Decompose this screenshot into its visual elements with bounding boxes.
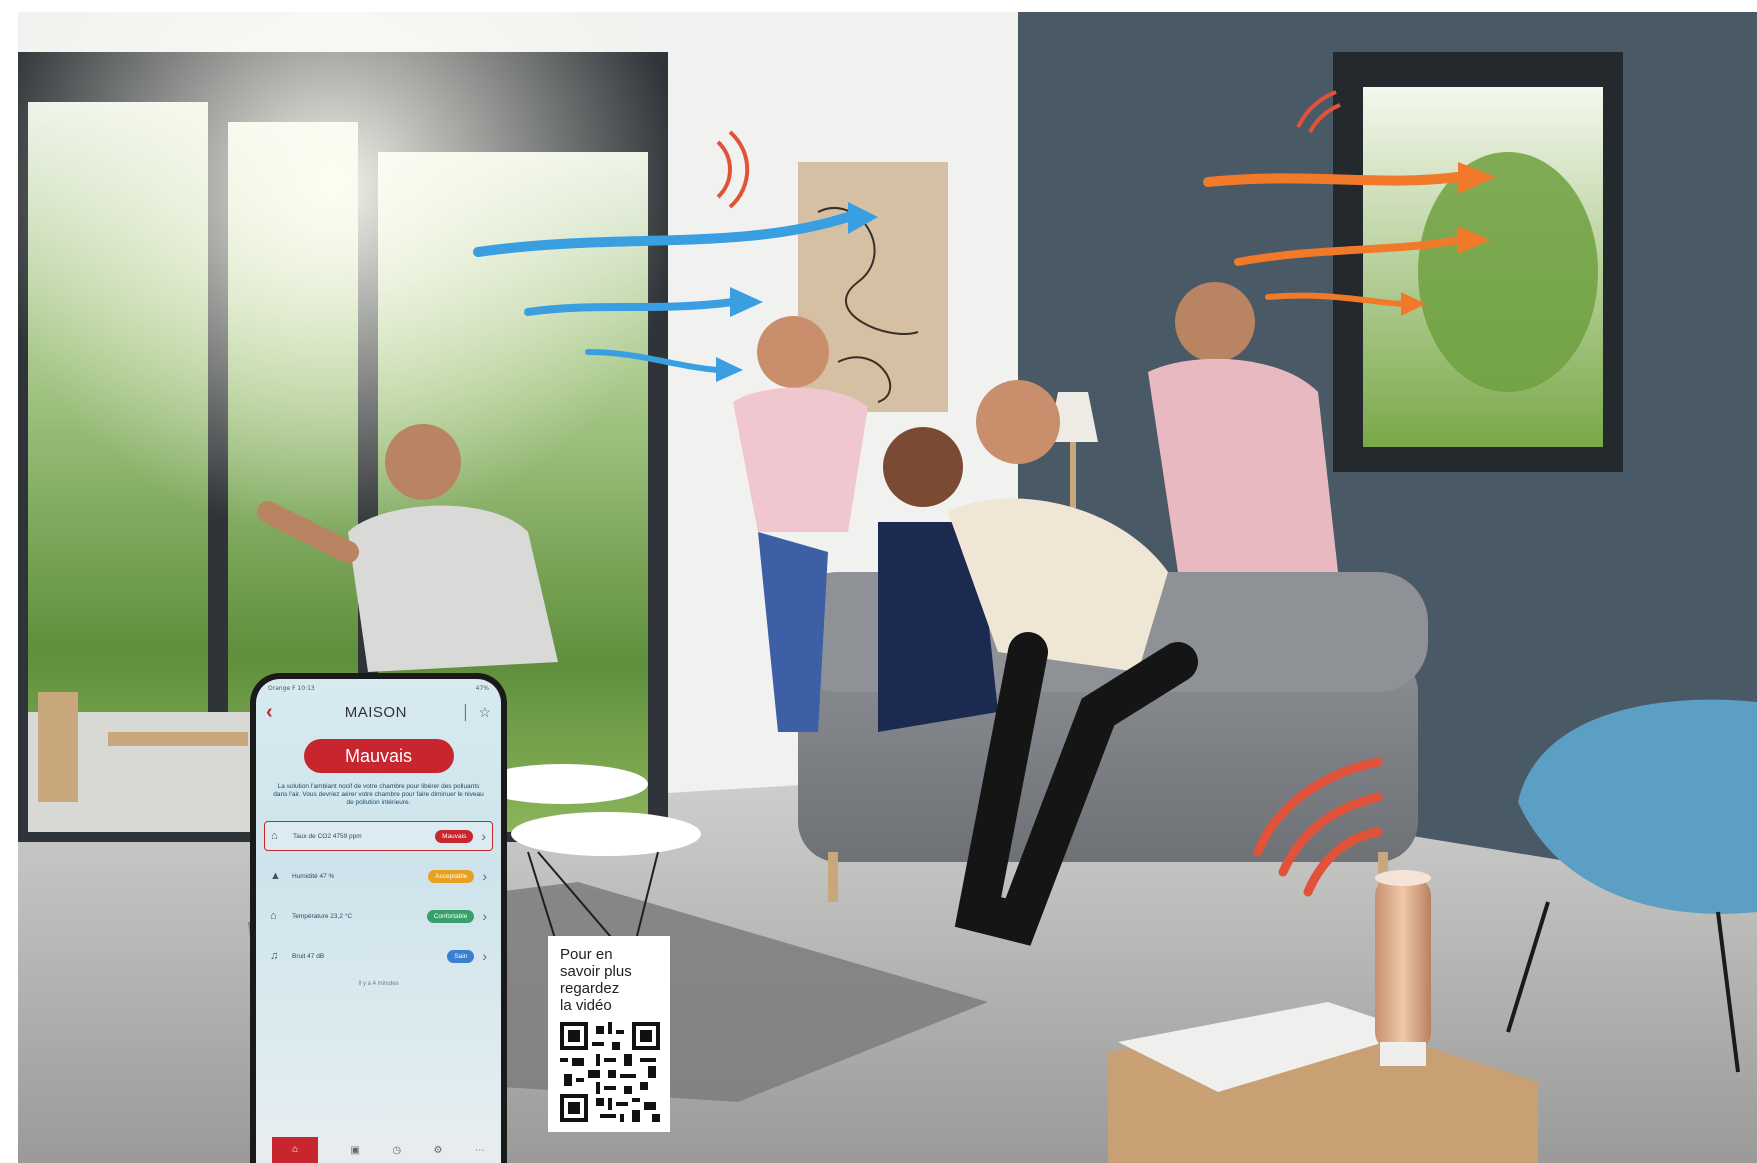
metric-row-humidity[interactable]: ▲ Humidité 47 % Acceptable ›: [264, 861, 493, 891]
settings-icon[interactable]: ⚙: [433, 1145, 442, 1156]
last-update-text: Il y a 4 minutes: [358, 981, 399, 987]
metric-row-co2[interactable]: ⌂ Taux de CO2 4759 ppm Mauvais ›: [264, 821, 493, 851]
status-right-text: 47%: [475, 684, 489, 692]
qr-caption-line: la vidéo: [560, 997, 612, 1014]
metric-label: Humidité 47 %: [292, 872, 335, 880]
house-icon: ⌂: [271, 830, 278, 842]
back-arrow-icon[interactable]: ‹: [266, 701, 290, 724]
phone-status-bar: Orange F 10:13 47%: [256, 679, 501, 697]
bottom-nav: ⌂ ▣ ◷ ⚙ ⋯: [256, 1137, 501, 1163]
metric-label: Température 23,2 °C: [292, 912, 353, 920]
status-badge: Sain: [447, 949, 475, 963]
star-icon[interactable]: ☆: [478, 704, 491, 721]
qr-caption: Pour en savoir plus regardez la vidéo: [560, 946, 658, 1014]
qr-video-card: Pour en savoir plus regardez la vidéo: [548, 936, 670, 1132]
phone-screen: Orange F 10:13 47% ‹ MAISON │ ☆ Mauvais …: [256, 679, 501, 1163]
status-badge: Mauvais: [435, 829, 474, 843]
more-icon[interactable]: ⋯: [475, 1145, 485, 1156]
metric-label: Taux de CO2 4759 ppm: [293, 832, 362, 840]
clock-icon[interactable]: ◷: [392, 1145, 401, 1156]
smartphone-mockup: Orange F 10:13 47% ‹ MAISON │ ☆ Mauvais …: [250, 673, 507, 1163]
metrics-list: ⌂ Taux de CO2 4759 ppm Mauvais › ▲ Humid…: [256, 821, 501, 971]
status-badge: Acceptable: [428, 869, 475, 883]
air-quality-status-pill: Mauvais: [303, 739, 454, 773]
thermometer-icon: ⌂: [270, 910, 277, 922]
info-icon[interactable]: │: [462, 704, 471, 720]
status-badge: Confortable: [426, 909, 475, 923]
qr-caption-line: Pour en: [560, 946, 613, 963]
app-header: ‹ MAISON │ ☆: [256, 697, 501, 727]
chevron-right-icon: ›: [482, 868, 487, 884]
sound-icon: ♫: [270, 950, 279, 962]
header-actions: │ ☆: [462, 704, 491, 721]
qr-caption-line: savoir plus: [560, 963, 632, 980]
advice-text: La solution l'ambiant nocif de votre cha…: [273, 783, 484, 806]
droplet-icon: ▲: [270, 870, 281, 882]
chevron-right-icon: ›: [482, 948, 487, 964]
metric-label: Bruit 47 dB: [292, 952, 325, 960]
camera-icon[interactable]: ▣: [351, 1145, 360, 1156]
app-title: MAISON: [344, 703, 407, 721]
qr-code[interactable]: [560, 1022, 660, 1122]
status-left-text: Orange F 10:13: [268, 684, 315, 692]
chevron-right-icon: ›: [482, 908, 487, 924]
metric-row-temperature[interactable]: ⌂ Température 23,2 °C Confortable ›: [264, 901, 493, 931]
qr-caption-line: regardez: [560, 980, 620, 997]
home-icon[interactable]: ⌂: [272, 1137, 319, 1163]
chevron-right-icon: ›: [481, 828, 486, 844]
metric-row-noise[interactable]: ♫ Bruit 47 dB Sain ›: [264, 941, 493, 971]
